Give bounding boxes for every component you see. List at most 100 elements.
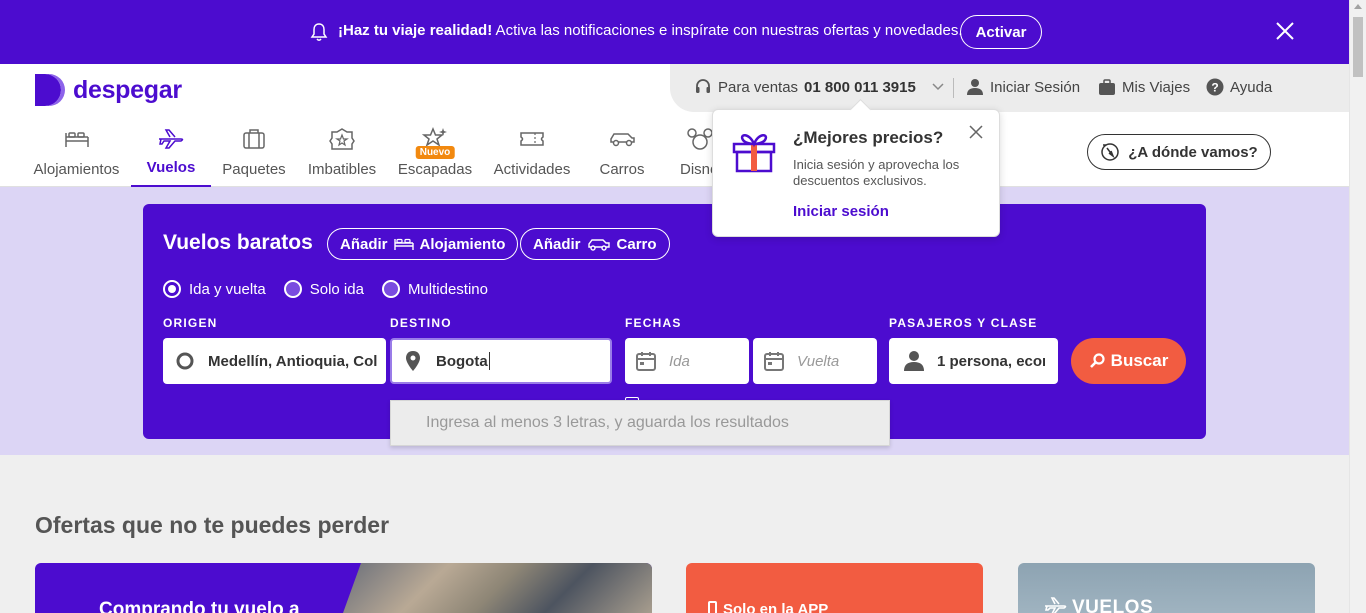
tab-carros[interactable]: Carros [592,124,652,187]
tab-label: Paquetes [222,161,286,178]
add-hotel-button[interactable]: Añadir Alojamiento [327,228,519,260]
suggestion-hint-text: Ingresa al menos 3 letras, y aguarda los… [426,414,789,431]
destination-value: Bogota [436,352,488,370]
tab-label: Carros [599,161,645,178]
chevron-down-icon [932,83,944,91]
origin-value: Medellín, Antioquia, Colombia [208,352,378,370]
popover-description: Inicia sesión y aprovecha los descuentos… [793,157,960,188]
sales-phone: 01 800 011 3915 [804,78,916,96]
utility-bar: Para ventas 01 800 011 3915 Iniciar Sesi… [670,64,1349,112]
destination-field[interactable]: Bogota [390,338,612,384]
offer-card-text: Comprando tu vuelo a [99,599,300,613]
login-label: Iniciar Sesión [990,78,1081,96]
radio-dot [381,280,400,298]
tab-alojamientos[interactable]: Alojamientos [30,124,123,187]
car-icon [610,133,635,147]
user-icon [904,351,924,371]
calendar-icon [636,352,656,371]
search-icon [1089,353,1105,368]
passengers-label: PASAJEROS Y CLASE [889,316,1038,330]
add-prefix: Añadir [533,235,581,253]
tab-vuelos[interactable]: Vuelos [131,124,211,187]
city-photo [343,563,652,613]
help-link[interactable]: ? Ayuda [1206,78,1272,96]
new-badge: Nuevo [415,146,455,159]
add-hotel-label: Alojamiento [419,235,506,253]
popover-title: ¿Mejores precios? [793,128,944,147]
radio-round-trip[interactable]: Ida y vuelta [163,280,266,298]
search-button-label: Buscar [1110,351,1169,370]
return-date-field[interactable]: Vuelta [753,338,877,384]
brand-name: despegar [73,75,182,104]
offer-card[interactable]: VUELOS [1018,563,1315,613]
tab-escapadas[interactable]: Nuevo Escapadas [394,124,476,187]
car-icon [587,239,610,251]
popover-login-link[interactable]: Iniciar sesión [793,203,889,220]
activate-notifications-button[interactable]: Activar [960,15,1042,49]
tab-label: Imbatibles [307,161,377,178]
origin-circle-icon [176,352,194,370]
origin-field[interactable]: Medellín, Antioquia, Colombia [163,338,386,384]
radio-dot [283,280,302,298]
plane-icon [1044,597,1067,613]
notification-bar: ¡Haz tu viaje realidad! Activa las notif… [0,0,1349,64]
offers-title: Ofertas que no te puedes perder [35,512,390,538]
brand-logo[interactable]: despegar [35,74,182,106]
radio-one-way[interactable]: Solo ida [283,280,364,298]
passengers-field[interactable]: 1 persona, económica [889,338,1058,384]
departure-placeholder: Ida [669,352,690,370]
return-placeholder: Vuelta [797,352,840,370]
logo-icon [35,74,65,106]
user-icon [967,79,983,95]
login-link[interactable]: Iniciar Sesión [966,78,1080,96]
offer-card-label: VUELOS [1072,597,1154,613]
scrollbar-thumb[interactable] [1353,17,1363,77]
tab-label: Actividades [493,161,571,178]
sales-phone-dropdown[interactable]: Para ventas 01 800 011 3915 [694,78,944,96]
offer-card-text: Solo en la APP [708,601,828,613]
site-header: despegar Para ventas 01 800 011 3915 Ini… [0,64,1349,187]
close-icon[interactable] [969,125,983,139]
gift-icon [732,134,776,173]
login-promo-popover: ¿Mejores precios? Inicia sesión y aprove… [712,109,1000,237]
offer-card[interactable]: Comprando tu vuelo a [35,563,652,613]
utility-divider [953,78,954,98]
tab-actividades[interactable]: Actividades [490,124,574,187]
help-icon: ? [1206,78,1224,96]
tab-imbatibles[interactable]: Imbatibles [301,124,383,187]
tab-paquetes[interactable]: Paquetes [219,124,289,187]
search-title: Vuelos baratos [163,231,313,254]
compass-icon [1101,143,1120,161]
radio-label: Solo ida [309,280,364,298]
departure-date-field[interactable]: Ida [625,338,749,384]
where-to-go-label: ¿A dónde vamos? [1128,143,1258,161]
where-to-go-button[interactable]: ¿A dónde vamos? [1087,134,1271,170]
tab-label: Escapadas [397,161,473,178]
page-scrollbar[interactable] [1349,0,1366,613]
destination-suggestion-hint: Ingresa al menos 3 letras, y aguarda los… [390,400,890,446]
offer-card-label: Solo en la APP [723,601,829,613]
mickey-icon [687,128,713,150]
add-car-button[interactable]: Añadir Carro [520,228,670,260]
radio-multi-city[interactable]: Multidestino [381,280,488,298]
scroll-up-arrow-icon[interactable] [1354,4,1362,9]
add-car-label: Carro [616,235,657,253]
trip-type-radios: Ida y vuelta Solo ida Multidestino [163,280,506,298]
radio-dot [163,280,181,298]
radio-label: Multidestino [407,280,488,298]
phone-icon [708,601,717,613]
ticket-icon [520,132,544,146]
close-icon[interactable] [1274,20,1296,42]
suitcase-icon [1099,79,1115,95]
search-button[interactable]: Buscar [1071,338,1186,384]
bell-icon [310,23,328,41]
my-trips-link[interactable]: Mis Viajes [1098,78,1190,96]
location-pin-icon [406,351,420,371]
plane-icon [159,129,184,149]
text-caret [488,352,490,370]
notification-text: Activa las notificaciones e inspírate co… [492,22,963,39]
dates-label: FECHAS [625,316,682,330]
offer-card[interactable]: Solo en la APP [686,563,983,613]
my-trips-label: Mis Viajes [1122,78,1191,96]
svg-text:?: ? [1211,81,1218,95]
